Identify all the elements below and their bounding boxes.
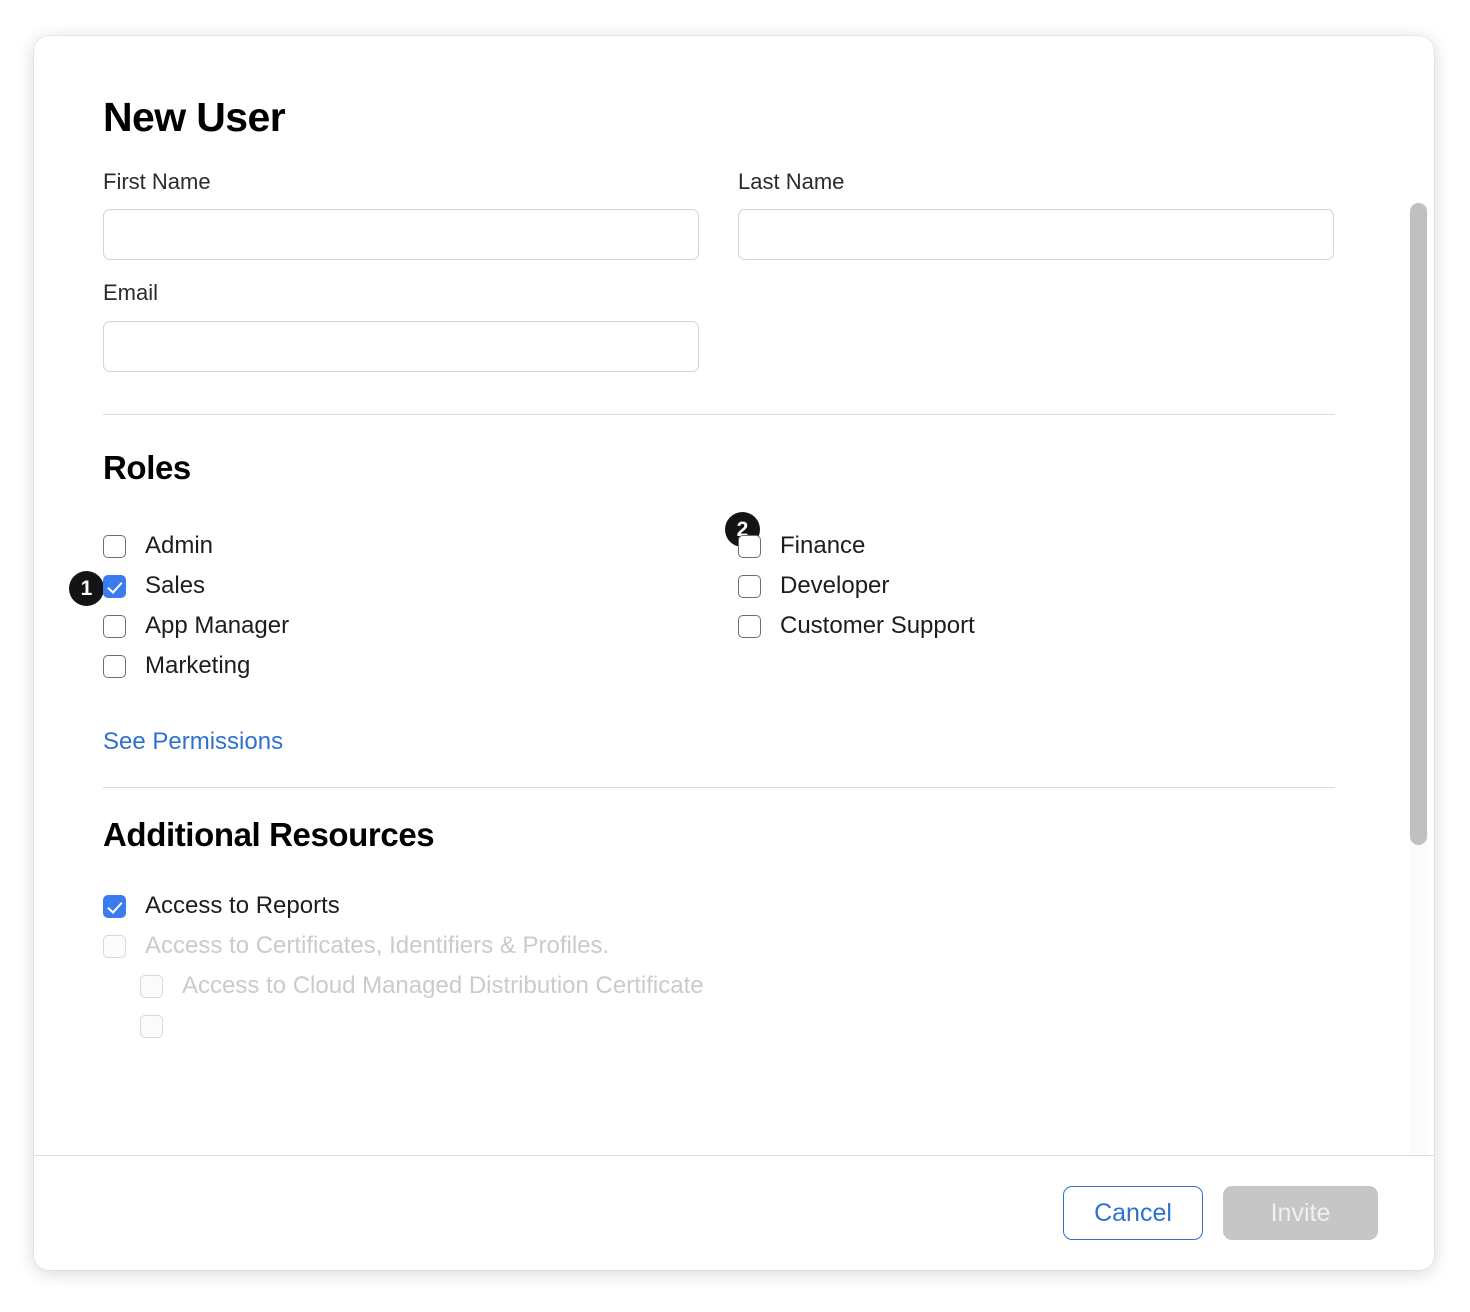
roles-grid: 1 2 Admin Sales App Manager Marketing Fi…	[69, 512, 1373, 686]
roles-heading: Roles	[103, 448, 191, 486]
screen: New User First Name Last Name Email Role…	[0, 0, 1470, 1312]
role-row-sales[interactable]: Sales	[103, 566, 738, 606]
role-label-app-manager: App Manager	[145, 612, 290, 640]
role-label-developer: Developer	[780, 572, 890, 600]
role-row-app-manager[interactable]: App Manager	[103, 606, 738, 646]
last-name-field-group: Last Name	[738, 169, 1334, 261]
resource-label-access-to-certificates: Access to Certificates, Identifiers & Pr…	[145, 931, 610, 959]
additional-resources-section: Additional Resources Access to Reports A…	[103, 788, 1370, 1046]
name-field-row: First Name Last Name	[103, 169, 1370, 280]
roles-column-left: Admin Sales App Manager Marketing	[103, 526, 738, 686]
dialog-footer: Cancel Invite	[34, 1155, 1434, 1270]
checkbox-admin[interactable]	[103, 534, 126, 558]
email-input[interactable]	[103, 320, 699, 372]
last-name-input[interactable]	[738, 209, 1334, 261]
email-field-group: Email	[103, 280, 699, 372]
resource-row-cloud-managed-distribution-certificate: Access to Cloud Managed Distribution Cer…	[103, 966, 1370, 1006]
resource-row-clipped	[103, 1006, 1370, 1046]
first-name-input[interactable]	[103, 209, 699, 261]
checkbox-marketing[interactable]	[103, 654, 126, 678]
dialog-scroll-body: New User First Name Last Name Email Role…	[34, 36, 1434, 1155]
roles-section: Roles 1 2 Admin Sales App Manager Market…	[69, 415, 1373, 757]
first-name-field-group: First Name	[103, 169, 699, 261]
vertical-scrollbar-thumb[interactable]	[1410, 203, 1427, 845]
vertical-scrollbar-track[interactable]	[1409, 203, 1428, 1155]
role-label-customer-support: Customer Support	[780, 612, 975, 640]
role-label-marketing: Marketing	[145, 652, 251, 680]
role-row-marketing[interactable]: Marketing	[103, 646, 738, 686]
checkbox-access-to-reports[interactable]	[103, 894, 126, 918]
checkbox-app-manager[interactable]	[103, 614, 126, 638]
checkbox-sales[interactable]	[103, 574, 126, 598]
callout-badge-1: 1	[69, 571, 104, 607]
resource-row-access-to-reports[interactable]: Access to Reports	[103, 886, 1370, 926]
additional-resources-heading: Additional Resources	[103, 816, 435, 854]
checkbox-clipped-resource	[140, 1014, 163, 1038]
roles-column-right: Finance Developer Customer Support	[738, 526, 1373, 686]
role-row-admin[interactable]: Admin	[103, 526, 738, 566]
cancel-button[interactable]: Cancel	[1063, 1186, 1203, 1240]
checkbox-developer[interactable]	[738, 574, 761, 598]
resource-label-cloud-managed-distribution-certificate: Access to Cloud Managed Distribution Cer…	[182, 971, 704, 999]
checkbox-cloud-managed-distribution-certificate	[140, 974, 163, 998]
first-name-label: First Name	[103, 169, 211, 195]
resource-row-access-to-certificates: Access to Certificates, Identifiers & Pr…	[103, 926, 1370, 966]
role-row-developer[interactable]: Developer	[738, 566, 1373, 606]
checkbox-finance[interactable]	[738, 534, 761, 558]
page-title: New User	[103, 94, 286, 140]
invite-button[interactable]: Invite	[1223, 1186, 1378, 1240]
resource-label-access-to-reports: Access to Reports	[145, 891, 340, 919]
role-label-finance: Finance	[780, 532, 866, 560]
see-permissions-link[interactable]: See Permissions	[103, 728, 283, 756]
role-row-customer-support[interactable]: Customer Support	[738, 606, 1373, 646]
role-label-admin: Admin	[145, 532, 214, 560]
last-name-label: Last Name	[738, 169, 845, 195]
checkbox-access-to-certificates	[103, 934, 126, 958]
new-user-dialog: New User First Name Last Name Email Role…	[34, 36, 1434, 1270]
role-row-finance[interactable]: Finance	[738, 526, 1373, 566]
email-label: Email	[103, 280, 159, 306]
additional-resources-list: Access to Reports Access to Certificates…	[103, 886, 1370, 1046]
checkbox-customer-support[interactable]	[738, 614, 761, 638]
email-field-row: Email	[103, 280, 1370, 391]
role-label-sales: Sales	[145, 572, 206, 600]
